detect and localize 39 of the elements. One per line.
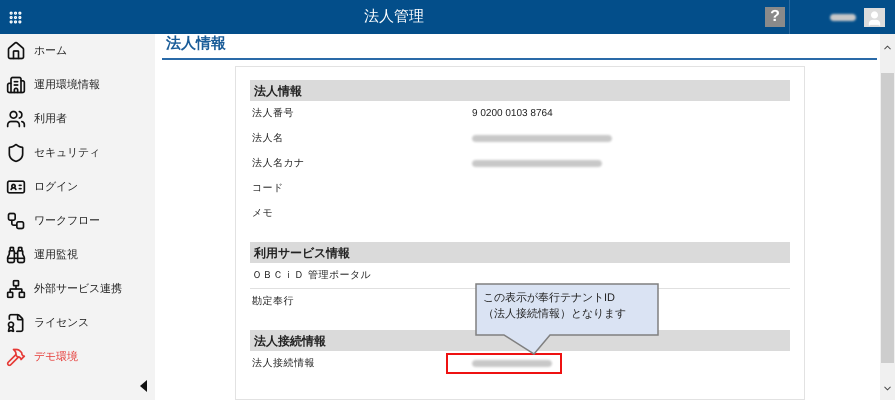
- sidebar-item[interactable]: ライセンス: [0, 306, 155, 340]
- field-label: 法人名: [251, 132, 284, 146]
- field-label: ＯＢＣｉＤ 管理ポータル: [251, 269, 372, 283]
- page-title: 法人情報: [162, 34, 877, 60]
- sidebar-item[interactable]: セキュリティ: [0, 136, 155, 170]
- field-label: メモ: [251, 207, 274, 221]
- binoculars-icon: [6, 245, 26, 265]
- sidebar-item[interactable]: 外部サービス連携: [0, 272, 155, 306]
- field-value: 9 0200 0103 8764: [472, 107, 553, 121]
- certificate-icon: [6, 313, 26, 333]
- sidebar-item[interactable]: デモ環境: [0, 340, 155, 374]
- collapse-arrow-icon[interactable]: [140, 380, 147, 392]
- sidebar-item[interactable]: 運用監視: [0, 238, 155, 272]
- field-label: 法人番号: [251, 106, 295, 121]
- user-avatar-icon[interactable]: [864, 8, 885, 26]
- sidebar-item[interactable]: ワークフロー: [0, 204, 155, 238]
- section-header: 法人情報: [250, 80, 790, 101]
- shield-icon: [6, 143, 26, 163]
- field-label: 勘定奉行: [251, 294, 295, 309]
- callout-text: この表示が奉行テナントID （法人接続情報）となります: [483, 291, 626, 322]
- apps-grid-icon[interactable]: [8, 10, 23, 24]
- section-header: 利用サービス情報: [250, 242, 790, 263]
- home-icon: [6, 41, 26, 61]
- scrollbar[interactable]: [880, 34, 895, 400]
- app-title: 法人管理: [364, 6, 424, 27]
- field-label: コード: [251, 182, 284, 196]
- field-label: 法人接続情報: [251, 356, 316, 371]
- blurred-text: [830, 14, 856, 20]
- sidebar-item[interactable]: 利用者: [0, 102, 155, 136]
- building-icon: [6, 75, 26, 95]
- workflow-icon: [6, 211, 26, 231]
- field-label: 法人名カナ: [251, 156, 306, 171]
- scrollbar-thumb[interactable]: [881, 73, 894, 363]
- hammer-icon: [6, 347, 26, 367]
- users-icon: [6, 109, 26, 129]
- sidebar-item[interactable]: ログイン: [0, 170, 155, 204]
- sidebar-item[interactable]: ホーム: [0, 34, 155, 68]
- network-icon: [6, 279, 26, 299]
- sidebar-item[interactable]: 運用環境情報: [0, 68, 155, 102]
